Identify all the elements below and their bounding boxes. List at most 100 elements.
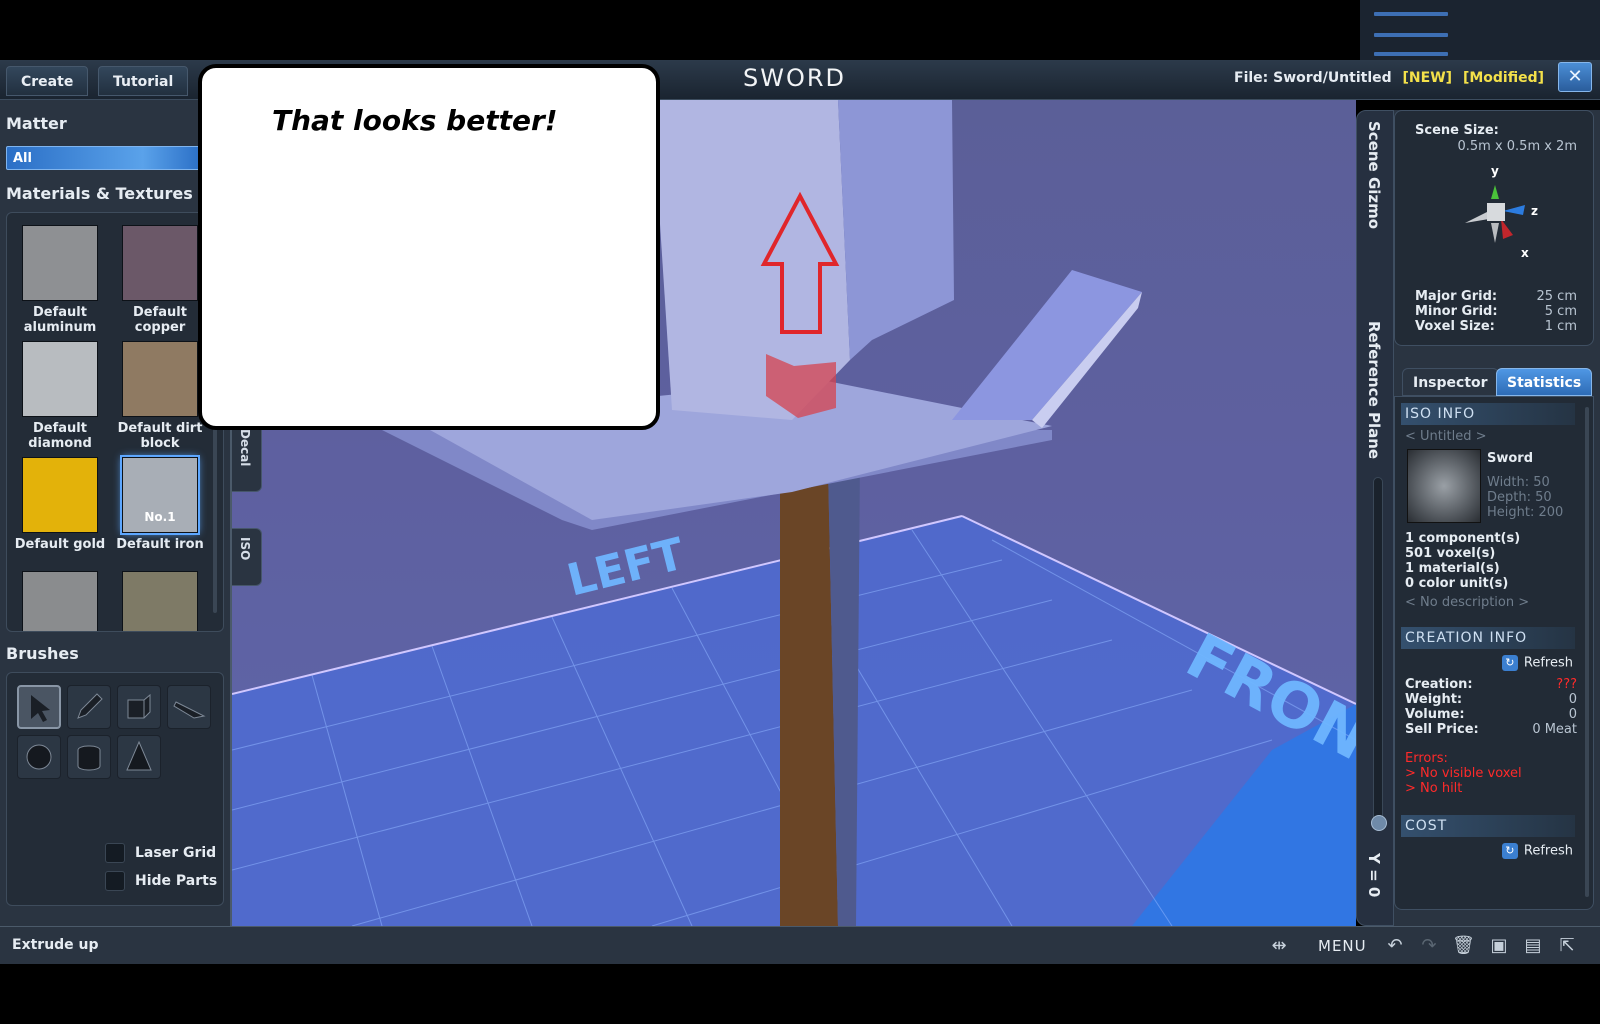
material-item-copper[interactable]: Default copper xyxy=(113,225,207,335)
iso-color-units: 0 color unit(s) xyxy=(1405,576,1509,591)
iso-thumbnail xyxy=(1407,449,1481,523)
tab-iso[interactable]: ISO xyxy=(232,528,262,586)
cylinder-icon xyxy=(77,745,101,771)
hide-parts-checkbox[interactable] xyxy=(105,871,125,891)
mini-panel xyxy=(1360,0,1600,60)
brush-sphere-button[interactable] xyxy=(17,735,61,779)
reference-plane-slider[interactable] xyxy=(1373,477,1383,823)
axis-x-label: x xyxy=(1521,246,1529,259)
redo-icon[interactable]: ↷ xyxy=(1418,935,1440,957)
material-item-gold[interactable]: Default gold xyxy=(13,457,107,552)
refresh-icon: ↻ xyxy=(1501,655,1518,671)
y-value-label: Y = 0 xyxy=(1365,853,1383,898)
sell-price-label: Sell Price: xyxy=(1405,722,1479,737)
material-swatch xyxy=(22,457,98,533)
material-swatch: No.1 xyxy=(120,455,200,535)
pencil-icon xyxy=(77,693,103,719)
brush-cylinder-button[interactable] xyxy=(67,735,111,779)
iso-materials: 1 material(s) xyxy=(1405,561,1500,576)
weight-label: Weight: xyxy=(1405,692,1463,707)
axis-neg-y-arrow xyxy=(1491,223,1499,243)
tab-tutorial[interactable]: Tutorial xyxy=(98,66,189,96)
material-item-aluminum[interactable]: Default aluminum xyxy=(13,225,107,335)
axis-z-arrow xyxy=(1503,205,1525,215)
undo-icon[interactable]: ↶ xyxy=(1384,935,1406,957)
creation-label: Creation: xyxy=(1405,677,1473,692)
material-label: Default copper xyxy=(133,305,187,335)
reference-plane-slider-knob[interactable] xyxy=(1371,815,1387,831)
axis-center-cube xyxy=(1487,203,1505,221)
statistics-scrollbar[interactable] xyxy=(1585,407,1589,897)
iso-name: Sword xyxy=(1487,451,1534,466)
iso-voxels: 501 voxel(s) xyxy=(1405,546,1496,561)
cone-icon xyxy=(126,740,152,771)
tab-inspector[interactable]: Inspector xyxy=(1402,368,1499,396)
brush-wedge-button[interactable] xyxy=(167,685,211,729)
material-item-diamond[interactable]: Default diamond xyxy=(13,341,107,451)
axis-z-label: z xyxy=(1531,204,1538,218)
material-label: Default dirt block xyxy=(117,421,203,451)
matter-dropdown[interactable]: All xyxy=(6,146,202,170)
mini-panel-line xyxy=(1374,12,1448,16)
sword-blade-right xyxy=(838,100,954,360)
material-item-iron[interactable]: No.1 Default iron xyxy=(113,455,207,552)
material-item-extra-1[interactable] xyxy=(13,571,107,631)
volume-value: 0 xyxy=(1568,707,1577,722)
file-info: File: Sword/Untitled [NEW] [Modified] xyxy=(1234,70,1544,86)
tab-decal-label: Decal xyxy=(238,429,252,467)
creation-refresh-button[interactable]: ↻ Refresh xyxy=(1501,655,1573,671)
brush-box-button[interactable] xyxy=(117,685,161,729)
export-icon[interactable]: ⇱ xyxy=(1556,935,1578,957)
material-label: Default gold xyxy=(14,537,106,552)
save-icon[interactable]: ▣ xyxy=(1488,935,1510,957)
scene-size-label: Scene Size: xyxy=(1415,123,1499,138)
scene-gizmo-tab[interactable]: Scene Gizmo xyxy=(1365,121,1383,229)
iso-description[interactable]: < No description > xyxy=(1405,595,1529,610)
materials-list[interactable]: Default aluminum Default copper Default … xyxy=(6,212,224,632)
reference-plane-tab[interactable]: Reference Plane xyxy=(1365,321,1383,459)
iso-depth: Depth: 50 xyxy=(1487,490,1552,505)
creation-value: ??? xyxy=(1556,677,1577,692)
brush-cone-button[interactable] xyxy=(117,735,161,779)
brush-select-button[interactable] xyxy=(17,685,61,729)
material-swatch xyxy=(122,225,198,301)
iso-untitled: < Untitled > xyxy=(1405,429,1487,444)
material-swatch xyxy=(22,571,98,631)
sword-guard-arm xyxy=(952,270,1142,420)
app-title: SWORD xyxy=(743,64,847,92)
error-no-visible-voxel: > No visible voxel xyxy=(1405,766,1522,781)
tab-decal[interactable]: Decal xyxy=(232,420,262,492)
cost-refresh-button[interactable]: ↻ Refresh xyxy=(1501,843,1573,859)
axis-x-arrow xyxy=(1501,219,1513,239)
material-tag: No.1 xyxy=(144,510,176,524)
brush-pencil-button[interactable] xyxy=(67,685,111,729)
save-as-icon[interactable]: ▤ xyxy=(1522,935,1544,957)
creation-info-header: CREATION INFO xyxy=(1401,627,1575,649)
refresh-label: Refresh xyxy=(1523,843,1573,859)
tab-statistics[interactable]: Statistics xyxy=(1496,368,1593,396)
axis-gizmo[interactable]: y z x xyxy=(1451,159,1541,259)
materials-title: Materials & Textures xyxy=(6,184,193,203)
cost-header: COST xyxy=(1401,815,1575,837)
material-item-extra-2[interactable] xyxy=(113,571,207,631)
iso-info-header: ISO INFO xyxy=(1401,403,1575,425)
mirror-icon[interactable]: ⇹ xyxy=(1268,935,1290,957)
menu-button[interactable]: MENU xyxy=(1318,937,1367,955)
major-grid-value: 25 cm xyxy=(1536,289,1578,304)
material-label: Default diamond xyxy=(28,421,92,451)
trash-icon[interactable]: 🗑 xyxy=(1452,935,1475,957)
tab-iso-label: ISO xyxy=(238,537,252,561)
speech-callout: That looks better! xyxy=(198,64,660,430)
close-button[interactable]: ✕ xyxy=(1558,62,1592,92)
sword-handle xyxy=(780,468,838,926)
laser-grid-label: Laser Grid xyxy=(135,845,217,861)
mini-panel-line xyxy=(1374,33,1448,37)
iso-height: Height: 200 xyxy=(1487,505,1564,520)
brushes-panel: Laser Grid Hide Parts xyxy=(6,672,224,906)
tab-create[interactable]: Create xyxy=(6,66,89,96)
material-item-dirt-block[interactable]: Default dirt block xyxy=(113,341,207,451)
hide-parts-label: Hide Parts xyxy=(135,873,218,889)
sphere-icon xyxy=(26,744,52,770)
error-no-hilt: > No hilt xyxy=(1405,781,1463,796)
laser-grid-checkbox[interactable] xyxy=(105,843,125,863)
